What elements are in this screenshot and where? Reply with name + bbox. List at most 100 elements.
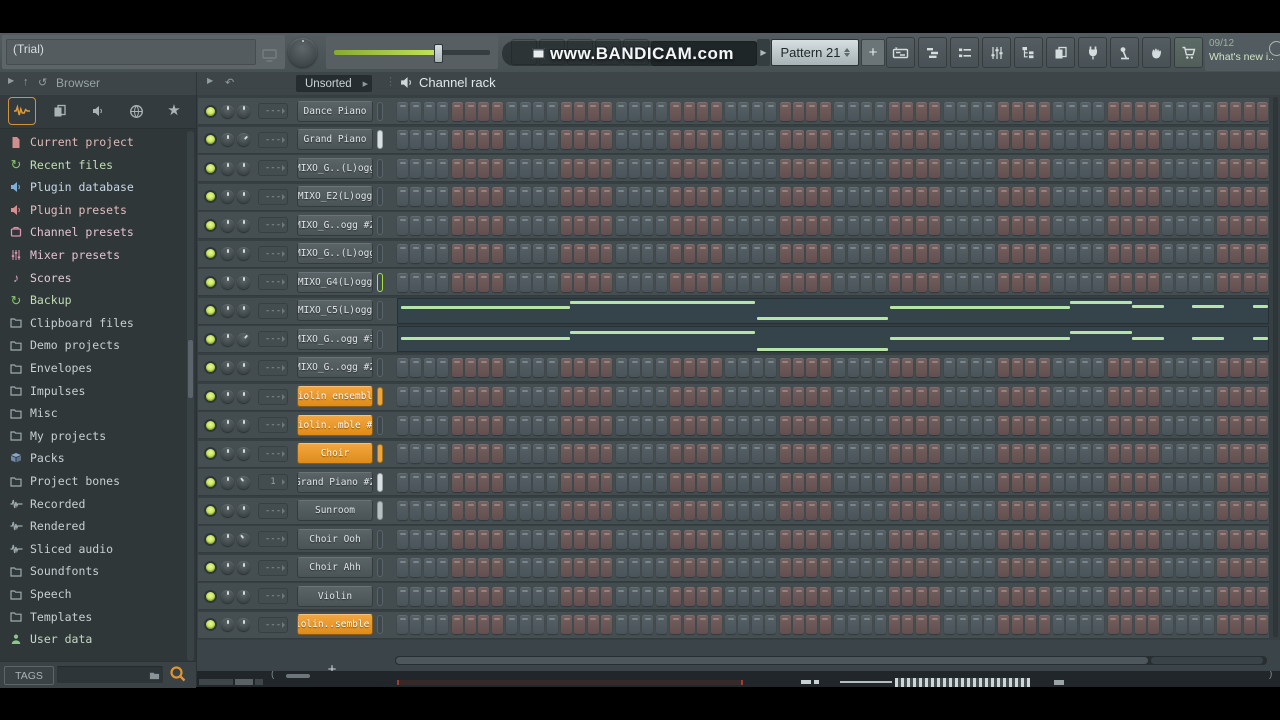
step-cell[interactable] bbox=[1011, 529, 1023, 549]
step-cell[interactable] bbox=[506, 101, 518, 121]
step-cell[interactable] bbox=[1175, 130, 1187, 150]
step-cell[interactable] bbox=[465, 158, 477, 178]
step-cell[interactable] bbox=[710, 586, 722, 606]
step-cell[interactable] bbox=[1162, 358, 1174, 378]
step-cell[interactable] bbox=[629, 101, 641, 121]
mixer-track-display[interactable]: --- bbox=[258, 188, 288, 205]
step-cell[interactable] bbox=[806, 244, 818, 264]
step-cell[interactable] bbox=[915, 501, 927, 521]
step-cell[interactable] bbox=[519, 358, 531, 378]
step-cell[interactable] bbox=[710, 558, 722, 578]
step-cell[interactable] bbox=[1134, 215, 1146, 235]
step-cell[interactable] bbox=[874, 415, 886, 435]
step-cell[interactable] bbox=[601, 615, 613, 635]
step-cell[interactable] bbox=[519, 615, 531, 635]
step-cell[interactable] bbox=[902, 472, 914, 492]
step-cell[interactable] bbox=[915, 158, 927, 178]
step-cell[interactable] bbox=[915, 358, 927, 378]
step-cell[interactable] bbox=[1230, 130, 1242, 150]
step-cell[interactable] bbox=[710, 215, 722, 235]
step-cell[interactable] bbox=[1066, 244, 1078, 264]
step-cell[interactable] bbox=[710, 387, 722, 406]
channel-enable-led[interactable] bbox=[206, 534, 215, 544]
channel-select-indicator[interactable] bbox=[377, 586, 383, 606]
step-cell[interactable] bbox=[874, 558, 886, 578]
channel-select-indicator[interactable] bbox=[377, 415, 383, 435]
step-cell[interactable] bbox=[587, 130, 599, 150]
step-cell[interactable] bbox=[1217, 358, 1229, 378]
step-cell[interactable] bbox=[819, 101, 831, 121]
step-cell[interactable] bbox=[410, 358, 422, 378]
step-cell[interactable] bbox=[1107, 215, 1119, 235]
step-cell[interactable] bbox=[1066, 529, 1078, 549]
step-cell[interactable] bbox=[423, 586, 435, 606]
step-cell[interactable] bbox=[546, 501, 558, 521]
step-cell[interactable] bbox=[491, 586, 503, 606]
step-cell[interactable] bbox=[574, 158, 586, 178]
step-cell[interactable] bbox=[506, 529, 518, 549]
step-cell[interactable] bbox=[1121, 130, 1133, 150]
step-cell[interactable] bbox=[1134, 358, 1146, 378]
step-cell[interactable] bbox=[451, 529, 463, 549]
step-cell[interactable] bbox=[1257, 215, 1269, 235]
volume-knob[interactable] bbox=[237, 133, 250, 147]
step-cell[interactable] bbox=[738, 501, 750, 521]
step-cell[interactable] bbox=[957, 272, 969, 292]
step-cell[interactable] bbox=[397, 472, 408, 492]
step-cell[interactable] bbox=[683, 615, 695, 635]
browser-item-recent-files[interactable]: ↻ Recent files bbox=[0, 154, 186, 176]
step-cell[interactable] bbox=[1257, 472, 1269, 492]
step-cell[interactable] bbox=[410, 215, 422, 235]
step-cell[interactable] bbox=[915, 444, 927, 464]
browser-tab-favorites[interactable]: ★ bbox=[160, 97, 188, 125]
step-cell[interactable] bbox=[478, 101, 490, 121]
step-cell[interactable] bbox=[574, 415, 586, 435]
step-cell[interactable] bbox=[765, 244, 777, 264]
step-cell[interactable] bbox=[1162, 101, 1174, 121]
step-cell[interactable] bbox=[806, 130, 818, 150]
step-cell[interactable] bbox=[519, 501, 531, 521]
step-cell[interactable] bbox=[710, 187, 722, 207]
step-cell[interactable] bbox=[1079, 615, 1091, 635]
step-cell[interactable] bbox=[533, 158, 545, 178]
step-cell[interactable] bbox=[902, 387, 914, 406]
step-cell[interactable] bbox=[889, 358, 901, 378]
step-cell[interactable] bbox=[491, 358, 503, 378]
step-cell[interactable] bbox=[819, 387, 831, 406]
step-cell[interactable] bbox=[397, 358, 408, 378]
channel-enable-led[interactable] bbox=[206, 591, 215, 601]
step-cell[interactable] bbox=[710, 101, 722, 121]
step-cell[interactable] bbox=[1243, 272, 1255, 292]
step-cell[interactable] bbox=[1175, 158, 1187, 178]
step-cell[interactable] bbox=[533, 501, 545, 521]
step-cell[interactable] bbox=[1162, 529, 1174, 549]
step-cell[interactable] bbox=[629, 387, 641, 406]
mixer-track-display[interactable]: --- bbox=[258, 388, 288, 405]
step-cell[interactable] bbox=[861, 358, 873, 378]
channel-enable-led[interactable] bbox=[206, 420, 215, 430]
step-cell[interactable] bbox=[478, 615, 490, 635]
step-cell[interactable] bbox=[1053, 101, 1065, 121]
pan-knob[interactable] bbox=[221, 418, 234, 432]
step-cell[interactable] bbox=[574, 558, 586, 578]
step-cell[interactable] bbox=[998, 586, 1010, 606]
step-cell[interactable] bbox=[957, 358, 969, 378]
step-cell[interactable] bbox=[1189, 615, 1201, 635]
step-cell[interactable] bbox=[423, 529, 435, 549]
pan-knob[interactable] bbox=[221, 161, 234, 175]
step-cell[interactable] bbox=[902, 586, 914, 606]
step-cell[interactable] bbox=[1230, 586, 1242, 606]
step-cell[interactable] bbox=[751, 187, 763, 207]
volume-knob[interactable] bbox=[237, 418, 250, 432]
step-cell[interactable] bbox=[806, 215, 818, 235]
browser-menu-arrow-icon[interactable]: ▶ bbox=[8, 76, 14, 85]
step-cell[interactable] bbox=[1230, 101, 1242, 121]
step-cell[interactable] bbox=[1079, 501, 1091, 521]
step-cell[interactable] bbox=[1011, 558, 1023, 578]
step-cell[interactable] bbox=[670, 187, 682, 207]
channel-select-indicator[interactable] bbox=[377, 387, 383, 406]
channel-button[interactable]: Violin..mble #2 bbox=[297, 414, 373, 436]
step-cell[interactable] bbox=[1217, 529, 1229, 549]
step-cell[interactable] bbox=[1202, 272, 1214, 292]
step-cell[interactable] bbox=[779, 358, 791, 378]
